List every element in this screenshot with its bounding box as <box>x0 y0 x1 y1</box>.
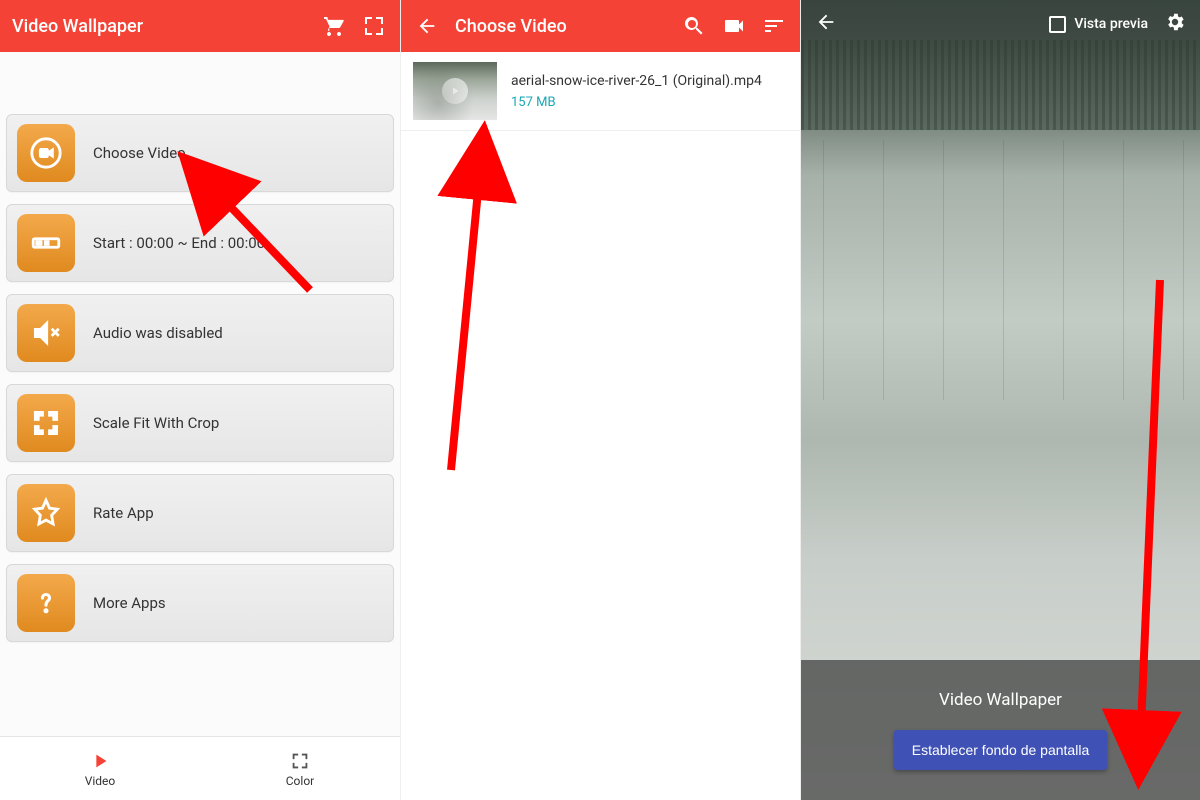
video-info: aerial-snow-ice-river-26_1 (Original).mp… <box>511 73 762 110</box>
back-icon[interactable] <box>815 11 837 37</box>
app-header: Video Wallpaper <box>0 0 400 52</box>
tab-color[interactable]: Color <box>200 737 400 800</box>
settings-list: Choose Video Start : 00:00 ~ End : 00:00… <box>0 52 400 736</box>
star-icon <box>17 484 75 542</box>
tab-video[interactable]: Video <box>0 737 200 800</box>
search-icon[interactable] <box>680 12 708 40</box>
timeline-icon <box>17 214 75 272</box>
app-header: Choose Video <box>401 0 800 52</box>
tab-label: Video <box>85 774 116 788</box>
fullscreen-icon[interactable] <box>360 12 388 40</box>
video-name: aerial-snow-ice-river-26_1 (Original).mp… <box>511 73 762 89</box>
cart-icon[interactable] <box>320 12 348 40</box>
preview-footer: Video Wallpaper Establecer fondo de pant… <box>801 660 1200 800</box>
header-title: Choose Video <box>455 16 668 37</box>
menu-scale[interactable]: Scale Fit With Crop <box>6 384 394 462</box>
app-title: Video Wallpaper <box>12 16 308 37</box>
preview-label: Vista previa <box>1074 16 1148 32</box>
mute-icon <box>17 304 75 362</box>
video-list: aerial-snow-ice-river-26_1 (Original).mp… <box>401 52 800 800</box>
menu-audio[interactable]: Audio was disabled <box>6 294 394 372</box>
menu-label: Choose Video <box>93 144 186 162</box>
scale-icon <box>17 394 75 452</box>
sort-icon[interactable] <box>760 12 788 40</box>
menu-label: More Apps <box>93 594 166 612</box>
camera-icon <box>17 124 75 182</box>
video-size: 157 MB <box>511 95 762 110</box>
play-icon <box>442 78 468 104</box>
preview-checkbox[interactable]: Vista previa <box>1049 16 1148 33</box>
preview-header: Vista previa <box>801 0 1200 48</box>
screen-preview: Vista previa Video Wallpaper Establecer … <box>800 0 1200 800</box>
menu-label: Audio was disabled <box>93 324 223 342</box>
menu-trim[interactable]: Start : 00:00 ~ End : 00:00 <box>6 204 394 282</box>
checkbox-icon <box>1049 16 1066 33</box>
screen-choose-video: Choose Video aerial-snow-ice-river-26_1 … <box>400 0 800 800</box>
tab-label: Color <box>286 774 314 788</box>
menu-choose-video[interactable]: Choose Video <box>6 114 394 192</box>
menu-label: Rate App <box>93 504 154 522</box>
wallpaper-preview-image <box>801 140 1200 400</box>
menu-label: Scale Fit With Crop <box>93 414 219 432</box>
wallpaper-preview-image <box>801 40 1200 130</box>
menu-more-apps[interactable]: More Apps <box>6 564 394 642</box>
video-thumbnail <box>413 62 497 120</box>
set-wallpaper-button[interactable]: Establecer fondo de pantalla <box>894 730 1107 770</box>
videocam-icon[interactable] <box>720 12 748 40</box>
menu-label: Start : 00:00 ~ End : 00:00 <box>93 234 265 252</box>
settings-icon[interactable] <box>1164 11 1186 37</box>
bottom-tabs: Video Color <box>0 736 400 800</box>
back-icon[interactable] <box>413 12 441 40</box>
footer-title: Video Wallpaper <box>939 690 1062 710</box>
menu-rate[interactable]: Rate App <box>6 474 394 552</box>
question-icon <box>17 574 75 632</box>
video-list-item[interactable]: aerial-snow-ice-river-26_1 (Original).mp… <box>401 52 800 131</box>
screen-main-settings: Video Wallpaper Choose Video Start : 00:… <box>0 0 400 800</box>
